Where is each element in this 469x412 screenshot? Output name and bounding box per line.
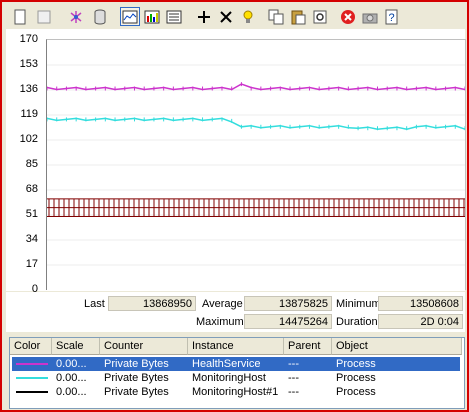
- y-tick-label: 34: [25, 233, 38, 245]
- maximum-label: Maximum: [196, 316, 244, 328]
- chart-svg: [46, 64, 466, 266]
- view-current-activity-button[interactable]: [66, 7, 86, 26]
- properties-icon: [313, 10, 327, 23]
- new-counter-set-icon: [14, 9, 26, 24]
- last-value: 13868950: [108, 296, 196, 311]
- delete-counter-icon: [220, 10, 232, 23]
- series-line-1: [46, 117, 466, 130]
- new-counter-set-button[interactable]: [10, 7, 30, 26]
- y-axis: 170 153 136 119 102 85 68 51 34 17 0: [6, 29, 44, 295]
- legend-cell-instance: MonitoringHost: [192, 372, 266, 384]
- legend-row[interactable]: 0.00... Private Bytes HealthService --- Proc…: [12, 357, 460, 371]
- statistics-bar: Last 13868950 Average 13875825 Minimum 1…: [6, 292, 465, 332]
- highlight-button[interactable]: [238, 7, 258, 26]
- legend-row[interactable]: 0.00... Private Bytes MonitoringHost#1 --- P…: [12, 385, 460, 399]
- column-header-object[interactable]: Object: [332, 338, 462, 355]
- legend-cell-instance: MonitoringHost#1: [192, 386, 279, 398]
- minimum-label: Minimum: [336, 298, 381, 310]
- legend-cell-counter: Private Bytes: [104, 386, 169, 398]
- y-tick-label: 51: [25, 208, 38, 220]
- legend-cell-parent: ---: [288, 386, 299, 398]
- y-tick-label: 68: [25, 183, 38, 195]
- legend-cell-scale: 0.00...: [56, 372, 87, 384]
- y-tick-label: 102: [19, 133, 38, 145]
- color-swatch: [16, 391, 48, 393]
- legend-cell-scale: 0.00...: [56, 386, 87, 398]
- column-header-instance[interactable]: Instance: [188, 338, 284, 355]
- view-graph-button[interactable]: [120, 7, 140, 26]
- column-header-scale[interactable]: Scale: [52, 338, 100, 355]
- legend-cell-counter: Private Bytes: [104, 372, 169, 384]
- copy-properties-icon: [268, 9, 284, 24]
- average-value: 13875825: [244, 296, 332, 311]
- plot-area: [46, 39, 466, 290]
- freeze-display-button[interactable]: [338, 7, 358, 26]
- paste-counter-list-icon: [291, 10, 306, 24]
- help-button[interactable]: ?: [382, 7, 402, 26]
- properties-button[interactable]: [310, 7, 330, 26]
- legend-cell-object: Process: [336, 358, 376, 370]
- color-swatch: [16, 363, 48, 365]
- y-tick-label: 170: [19, 33, 38, 45]
- last-label: Last: [84, 298, 105, 310]
- color-swatch: [16, 377, 48, 379]
- counter-legend: Color Scale Counter Instance Parent Obje…: [9, 337, 465, 409]
- view-histogram-button[interactable]: [142, 7, 162, 26]
- paste-counter-list-button[interactable]: [288, 7, 308, 26]
- legend-cell-parent: ---: [288, 372, 299, 384]
- delete-counter-button[interactable]: [216, 7, 236, 26]
- add-counter-button[interactable]: [194, 7, 214, 26]
- y-tick-label: 153: [19, 58, 38, 70]
- help-icon: ?: [385, 9, 398, 24]
- clear-display-button[interactable]: [34, 7, 54, 26]
- performance-monitor-window: ? 170 153 136 119 102 85 68 51 34 17 0 Last 138689…: [0, 0, 469, 412]
- view-graph-icon: [122, 10, 138, 23]
- y-tick-label: 17: [25, 258, 38, 270]
- duration-label: Duration: [336, 316, 378, 328]
- legend-cell-instance: HealthService: [192, 358, 261, 370]
- view-report-icon: [166, 10, 182, 23]
- update-data-icon: [362, 13, 378, 23]
- legend-cell-object: Process: [336, 372, 376, 384]
- legend-row[interactable]: 0.00... Private Bytes MonitoringHost --- Pro…: [12, 371, 460, 385]
- column-header-color[interactable]: Color: [10, 338, 52, 355]
- column-header-parent[interactable]: Parent: [284, 338, 332, 355]
- legend-cell-object: Process: [336, 386, 376, 398]
- update-data-button[interactable]: [360, 7, 380, 26]
- average-label: Average: [202, 298, 243, 310]
- view-log-data-icon: [94, 9, 106, 24]
- view-histogram-icon: [144, 10, 160, 23]
- series-line-0: [46, 83, 466, 91]
- legend-cell-counter: Private Bytes: [104, 358, 169, 370]
- y-tick-label: 119: [20, 108, 38, 120]
- highlight-icon: [243, 10, 253, 23]
- legend-cell-scale: 0.00...: [56, 358, 87, 370]
- duration-value: 2D 0:04: [378, 314, 463, 329]
- freeze-display-icon: [341, 9, 355, 24]
- y-tick-label: 85: [25, 158, 38, 170]
- svg-text:?: ?: [388, 12, 394, 24]
- legend-cell-parent: ---: [288, 358, 299, 370]
- add-counter-icon: [198, 10, 210, 23]
- column-header-counter[interactable]: Counter: [100, 338, 188, 355]
- y-tick-label: 136: [19, 83, 38, 95]
- graph-panel: 170 153 136 119 102 85 68 51 34 17 0: [6, 29, 466, 295]
- view-report-button[interactable]: [164, 7, 184, 26]
- copy-properties-button[interactable]: [266, 7, 286, 26]
- toolbar: ?: [6, 6, 462, 28]
- view-log-data-button[interactable]: [90, 7, 110, 26]
- minimum-value: 13508608: [378, 296, 463, 311]
- view-current-activity-icon: [70, 10, 82, 23]
- maximum-value: 14475264: [244, 314, 332, 329]
- clear-display-icon: [37, 10, 51, 23]
